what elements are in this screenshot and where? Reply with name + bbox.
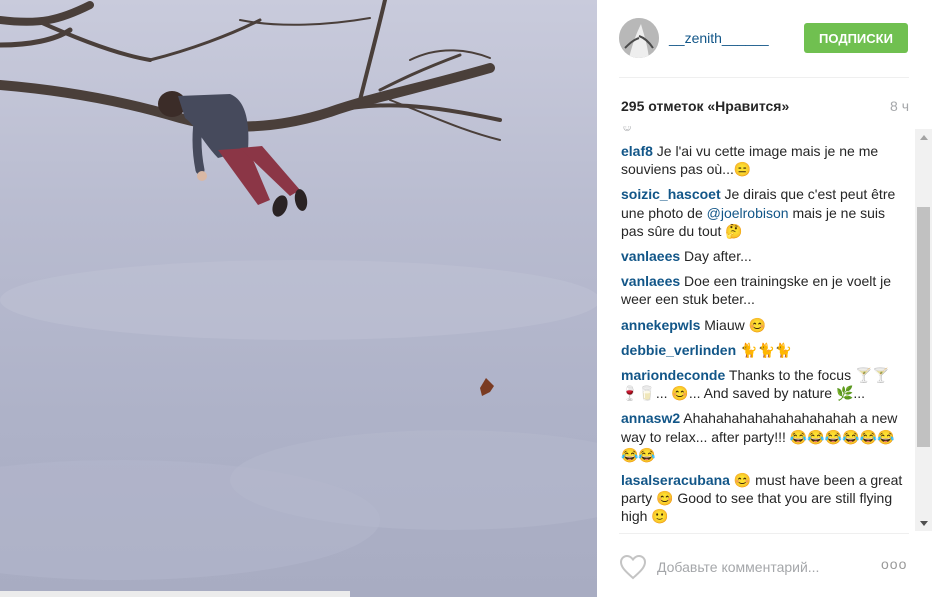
comment-item: vanlaees Day after... <box>621 247 906 265</box>
comment-text: 🐈🐈🐈 <box>736 341 793 358</box>
scrollbar-thumb[interactable] <box>917 207 930 447</box>
comment-author[interactable]: mariondeconde <box>621 367 725 383</box>
comment-item: vanlaees Doe een trainingske en je voelt… <box>621 272 906 308</box>
photo-bottom-bar <box>0 591 350 597</box>
follow-button[interactable]: ПОДПИСКИ <box>804 23 908 53</box>
post-time[interactable]: 8 ч <box>890 98 909 114</box>
comment-author[interactable]: lasalseracubana <box>621 472 730 488</box>
post-footer: ooo <box>619 533 909 598</box>
comment-author[interactable]: soizic_hascoet <box>621 186 721 202</box>
post-photo[interactable] <box>0 0 597 597</box>
comment-author[interactable]: elaf8 <box>621 143 653 159</box>
comment-text: Je l'ai vu cette image mais je ne me sou… <box>621 143 879 178</box>
username-link[interactable]: __zenith______ <box>669 30 769 46</box>
comment-author[interactable]: annasw2 <box>621 410 680 426</box>
post-header: __zenith______ ПОДПИСКИ <box>619 0 909 78</box>
avatar[interactable] <box>619 18 659 58</box>
more-options-icon[interactable]: ooo <box>881 556 907 572</box>
avatar-image <box>619 18 659 58</box>
comment-item: soizic_hascoet Je dirais que c'est peut … <box>621 185 906 240</box>
comment-text: Miauw 😊 <box>700 316 767 333</box>
truncated-emoji: ☺ <box>621 126 634 134</box>
photo-illustration <box>0 0 597 580</box>
comment-item: debbie_verlinden 🐈🐈🐈 <box>621 341 906 359</box>
comment-item: elaf8 Je l'ai vu cette image mais je ne … <box>621 142 906 178</box>
comments-list: ☺ elaf8 Je l'ai vu cette image mais je n… <box>621 126 906 530</box>
comment-item: annasw2 Ahahahahahahahahahahah a new way… <box>621 409 906 464</box>
heart-icon[interactable] <box>619 554 647 580</box>
comment-author[interactable]: vanlaees <box>621 248 680 264</box>
comment-input[interactable] <box>657 556 857 578</box>
comment-author[interactable]: annekepwls <box>621 317 700 333</box>
chevron-up-icon[interactable] <box>915 129 932 145</box>
comments-scrollbar[interactable] <box>915 129 932 531</box>
comment-item: lasalseracubana 😊 must have been a great… <box>621 471 906 526</box>
comment-item: annekepwls Miauw 😊 <box>621 316 906 334</box>
comment-item: mariondeconde Thanks to the focus 🍸🍸🍷🥛..… <box>621 366 906 402</box>
comment-text: Day after... <box>680 248 752 265</box>
chevron-down-icon[interactable] <box>915 515 932 531</box>
mention-link[interactable]: @joelrobison <box>707 205 789 221</box>
post-sidebar: __zenith______ ПОДПИСКИ 295 отметок «Нра… <box>597 0 932 597</box>
likes-count[interactable]: 295 отметок «Нравится» <box>621 98 789 114</box>
comment-author[interactable]: vanlaees <box>621 273 680 289</box>
likes-row: 295 отметок «Нравится» 8 ч <box>621 97 909 117</box>
comment-author[interactable]: debbie_verlinden <box>621 342 736 358</box>
